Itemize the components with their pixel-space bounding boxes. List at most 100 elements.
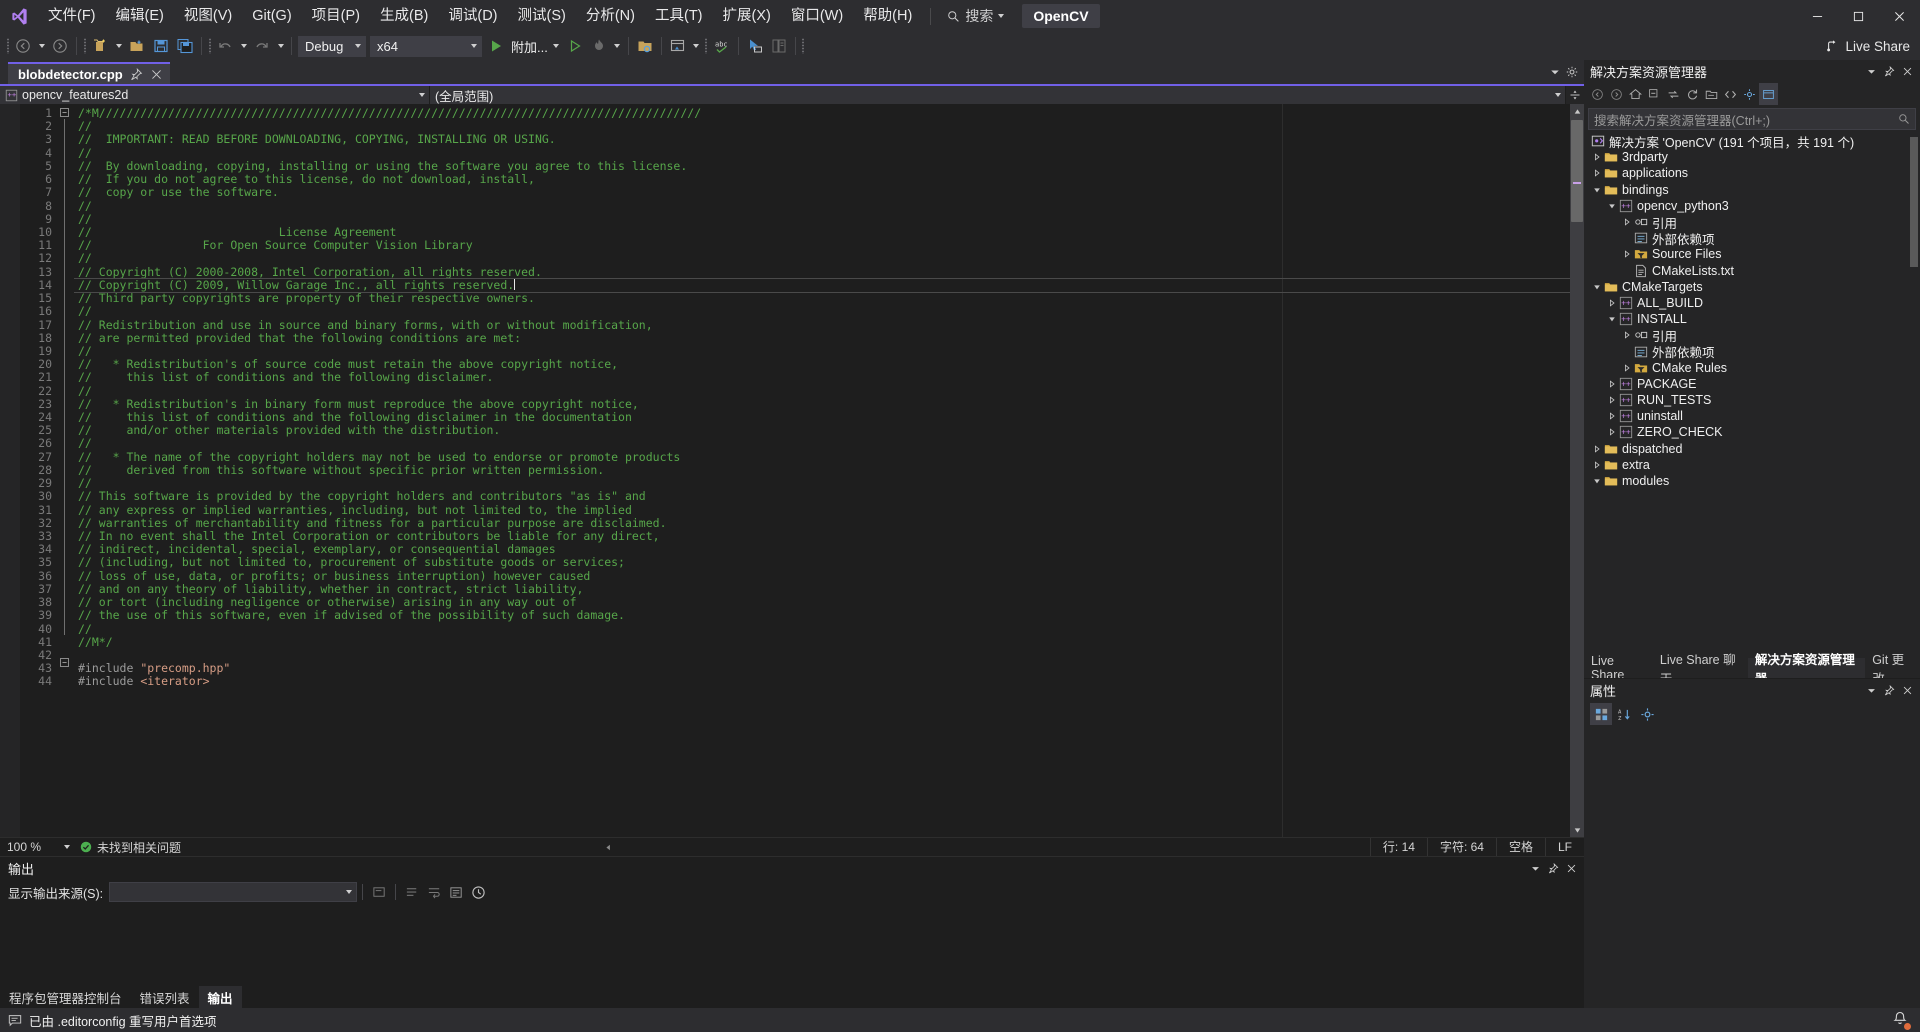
tree-node--[interactable]: 外部依赖项 (1584, 343, 1920, 360)
split-editor-button[interactable] (1566, 86, 1584, 104)
code-line[interactable]: // * The name of the copyright holders m… (74, 450, 1570, 464)
tab-git-changes[interactable]: Git 更改 (1865, 653, 1920, 686)
open-file-button[interactable] (125, 34, 149, 58)
tab-solution-explorer[interactable]: 解决方案资源管理器 (1747, 653, 1866, 686)
hot-reload-button[interactable] (587, 34, 611, 58)
se-navigate-back-button[interactable] (1588, 83, 1607, 105)
menu-git[interactable]: Git(G) (242, 0, 301, 32)
se-sync-button[interactable] (1664, 83, 1683, 105)
breakpoint-gutter[interactable] (0, 104, 20, 837)
properties-grid[interactable] (1584, 727, 1920, 1008)
tree-node-modules[interactable]: modules (1584, 473, 1920, 489)
active-files-dropdown-icon[interactable] (1549, 66, 1561, 78)
code-line[interactable]: // any express or implied warranties, in… (74, 503, 1570, 517)
se-code-view-button[interactable] (1721, 83, 1740, 105)
se-properties-button[interactable] (1740, 83, 1759, 105)
tree-node-opencv-python3[interactable]: ++ opencv_python3 (1584, 198, 1920, 214)
pin-icon[interactable] (130, 67, 143, 81)
tree-vertical-scrollbar[interactable] (1908, 133, 1920, 658)
code-line[interactable]: // For Open Source Computer Vision Libra… (74, 238, 1570, 252)
menu-window[interactable]: 窗口(W) (781, 0, 853, 32)
window-layout-button[interactable] (666, 34, 690, 58)
fold-toggle[interactable]: − (60, 108, 69, 117)
save-all-button[interactable] (173, 34, 197, 58)
expand-arrow-icon[interactable] (1605, 311, 1618, 327)
menu-tools[interactable]: 工具(T) (645, 0, 713, 32)
save-button[interactable] (149, 34, 173, 58)
expand-arrow-icon[interactable] (1590, 279, 1603, 295)
solution-explorer-search-input[interactable]: 搜索解决方案资源管理器(Ctrl+;) (1588, 108, 1916, 130)
hot-reload-dropdown[interactable] (611, 34, 624, 58)
se-home-button[interactable] (1626, 83, 1645, 105)
solution-platform-combo[interactable]: x64 (370, 35, 482, 57)
code-line[interactable]: // (74, 305, 1570, 318)
scrollbar-thumb[interactable] (1571, 120, 1583, 222)
collapse-arrow-icon[interactable] (1590, 149, 1603, 165)
line-indicator[interactable]: 行: 14 (1369, 837, 1427, 857)
tab-package-manager-console[interactable]: 程序包管理器控制台 (0, 986, 131, 1008)
tree-node-cmaketargets[interactable]: CMakeTargets (1584, 279, 1920, 295)
code-line[interactable]: // (74, 146, 1570, 160)
code-line[interactable]: // (including, but not limited to, procu… (74, 556, 1570, 569)
maximize-button[interactable] (1838, 0, 1879, 32)
collapse-arrow-icon[interactable] (1605, 295, 1618, 311)
code-line[interactable]: // loss of use, data, or profits; or bus… (74, 569, 1570, 583)
code-line[interactable]: // the use of this software, even if adv… (74, 609, 1570, 622)
code-line[interactable]: // copy or use the software. (74, 186, 1570, 199)
categorized-view-button[interactable] (1590, 703, 1612, 725)
toolbar-grip[interactable] (81, 36, 88, 56)
close-button[interactable] (1879, 0, 1920, 32)
indentation-indicator[interactable]: 空格 (1495, 837, 1545, 857)
code-line[interactable]: /*M/////////////////////////////////////… (74, 106, 1570, 120)
chevron-down-icon[interactable] (1866, 685, 1877, 696)
alphabetical-view-button[interactable]: AZ (1613, 703, 1635, 725)
tree-node--[interactable]: 外部依赖项 (1584, 230, 1920, 247)
column-indicator[interactable]: 字符: 64 (1426, 837, 1496, 857)
code-line[interactable]: // (74, 384, 1570, 398)
code-text-area[interactable]: /*M/////////////////////////////////////… (74, 104, 1570, 837)
tab-output[interactable]: 输出 (198, 986, 242, 1008)
collapse-arrow-icon[interactable] (1620, 246, 1633, 262)
code-line[interactable]: #include "precomp.hpp" (74, 662, 1570, 675)
code-line[interactable]: // If you do not agree to this license, … (74, 172, 1570, 186)
toggle-timestamp-button[interactable] (467, 881, 489, 903)
code-line[interactable]: // this list of conditions and the follo… (74, 371, 1570, 384)
toolbar-grip[interactable] (206, 36, 213, 56)
spellcheck-button[interactable]: abc (710, 34, 734, 58)
tree-node-dispatched[interactable]: dispatched (1584, 441, 1920, 457)
tree-node-zero-check[interactable]: ++ ZERO_CHECK (1584, 424, 1920, 440)
chevron-down-icon[interactable] (1530, 863, 1541, 874)
code-line[interactable]: // IMPORTANT: READ BEFORE DOWNLOADING, C… (74, 133, 1570, 146)
pin-icon[interactable] (1884, 684, 1895, 696)
menu-view[interactable]: 视图(V) (174, 0, 242, 32)
global-search-box[interactable]: 搜索 (939, 4, 1012, 28)
collapse-arrow-icon[interactable] (1605, 392, 1618, 408)
tree-node-uninstall[interactable]: ++ uninstall (1584, 408, 1920, 424)
gear-icon[interactable] (1566, 66, 1578, 78)
code-folding-gutter[interactable]: − − (58, 104, 74, 837)
select-element-button[interactable] (743, 34, 767, 58)
tree-node-package[interactable]: ++ PACKAGE (1584, 376, 1920, 392)
notifications-button[interactable] (1892, 1011, 1911, 1030)
code-line[interactable]: // (74, 622, 1570, 636)
tree-node-cmakelists-txt[interactable]: CMakeLists.txt (1584, 263, 1920, 279)
code-line[interactable]: // are permitted provided that the follo… (74, 331, 1570, 345)
pin-icon[interactable] (1548, 862, 1559, 874)
tree-node-applications[interactable]: applications (1584, 165, 1920, 181)
tree-node-install[interactable]: ++ INSTALL (1584, 311, 1920, 327)
collapse-arrow-icon[interactable] (1590, 165, 1603, 181)
code-line[interactable]: // and/or other materials provided with … (74, 424, 1570, 437)
tree-node-cmake-rules[interactable]: CMake Rules (1584, 360, 1920, 376)
menu-edit[interactable]: 编辑(E) (106, 0, 174, 32)
editor-vertical-scrollbar[interactable] (1570, 104, 1584, 837)
tree-node-all-build[interactable]: ++ ALL_BUILD (1584, 295, 1920, 311)
redo-button[interactable] (250, 34, 274, 58)
window-layout-dropdown[interactable] (690, 34, 703, 58)
se-collapse-all-button[interactable] (1645, 83, 1664, 105)
document-tab-blobdetector[interactable]: blobdetector.cpp (8, 62, 170, 84)
collapse-arrow-icon[interactable] (1605, 408, 1618, 424)
undo-dropdown[interactable] (237, 34, 250, 58)
pin-icon[interactable] (1884, 65, 1895, 77)
member-scope-combo[interactable]: (全局范围) (430, 86, 1566, 104)
toolbar-grip[interactable] (800, 36, 807, 56)
